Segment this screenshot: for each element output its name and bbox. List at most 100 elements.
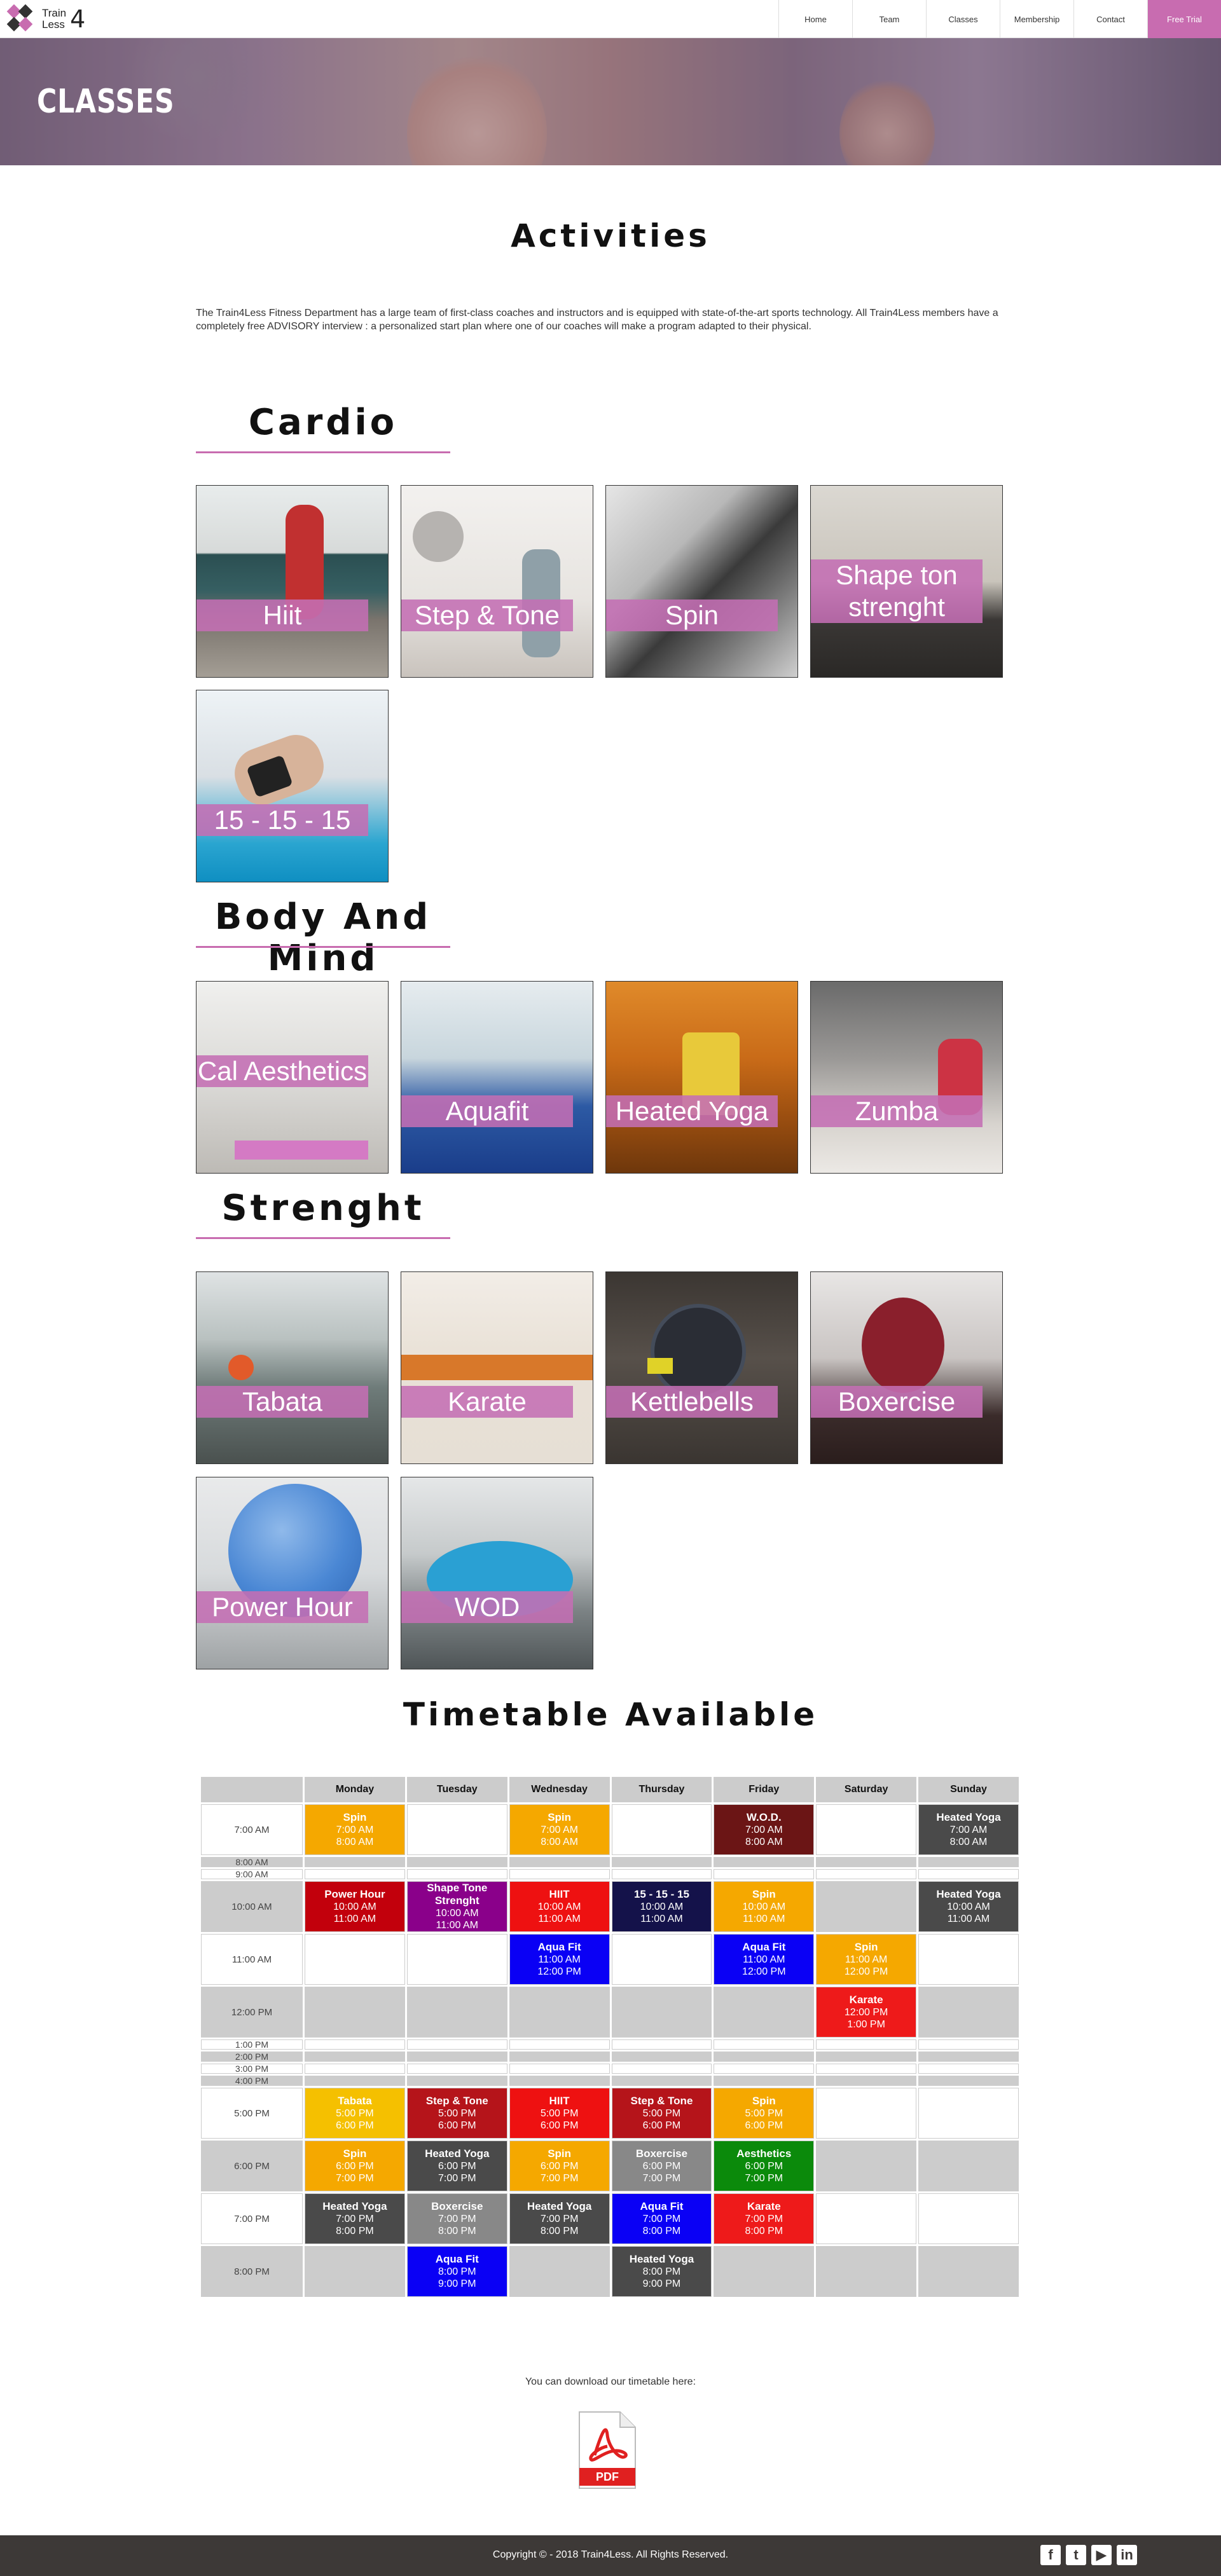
class-slot[interactable]: Spin 5:00 PM 6:00 PM bbox=[714, 2088, 815, 2139]
class-slot[interactable]: Tabata 5:00 PM 6:00 PM bbox=[305, 2088, 405, 2139]
download-text: You can download our timetable here: bbox=[525, 2376, 696, 2387]
class-slot-name: Boxercise bbox=[635, 2148, 688, 2160]
nav-classes-link[interactable]: Classes bbox=[926, 0, 1000, 38]
class-slot-name: W.O.D. bbox=[746, 1811, 782, 1823]
empty-slot bbox=[305, 2052, 405, 2062]
class-card-karate[interactable]: Karate bbox=[401, 1271, 593, 1464]
pdf-icon[interactable]: PDF bbox=[576, 2409, 639, 2492]
class-label: Boxercise bbox=[811, 1386, 983, 1418]
empty-slot bbox=[816, 2246, 917, 2297]
time-slot-label: 6:00 PM bbox=[201, 2141, 303, 2191]
class-slot[interactable]: Boxercise 7:00 PM 8:00 PM bbox=[406, 2193, 507, 2244]
class-slot[interactable]: Spin 7:00 AM 8:00 AM bbox=[509, 1804, 610, 1855]
class-slot[interactable]: Karate 12:00 PM 1:00 PM bbox=[816, 1987, 917, 2038]
nav-contact-link[interactable]: Contact bbox=[1073, 0, 1147, 38]
nav-team-link[interactable]: Team bbox=[852, 0, 926, 38]
time-slot-label: 1:00 PM bbox=[201, 2039, 303, 2050]
empty-slot bbox=[714, 1869, 815, 1879]
facebook-icon[interactable]: f bbox=[1040, 2545, 1061, 2565]
logo-text: Train Less bbox=[42, 8, 66, 31]
class-slot-start: 5:00 PM bbox=[642, 2108, 681, 2119]
class-slot-start: 7:00 PM bbox=[336, 2214, 374, 2224]
empty-slot bbox=[918, 1934, 1019, 1985]
class-slot[interactable]: Heated Yoga 7:00 PM 8:00 PM bbox=[509, 2193, 610, 2244]
class-card-tabata[interactable]: Tabata bbox=[196, 1271, 389, 1464]
class-slot-name: Heated Yoga bbox=[629, 2253, 694, 2265]
logo[interactable]: Train Less 4 bbox=[6, 4, 85, 34]
class-slot[interactable]: Aqua Fit 7:00 PM 8:00 PM bbox=[611, 2193, 712, 2244]
class-slot-end: 12:00 PM bbox=[844, 1966, 888, 1977]
class-card-cal-aesthetics[interactable]: Cal Aesthetics bbox=[196, 981, 389, 1174]
empty-slot bbox=[816, 2193, 917, 2244]
empty-slot bbox=[611, 2076, 712, 2086]
top-navbar: Train Less 4 Home Team Classes Membershi… bbox=[0, 0, 1221, 38]
class-slot[interactable]: Heated Yoga 8:00 PM 9:00 PM bbox=[611, 2246, 712, 2297]
class-label: Zumba bbox=[811, 1095, 983, 1127]
class-slot-end: 6:00 PM bbox=[745, 2120, 783, 2131]
class-slot-name: Heated Yoga bbox=[936, 1811, 1001, 1823]
class-card-heated-yoga[interactable]: Heated Yoga bbox=[605, 981, 798, 1174]
empty-slot bbox=[714, 1857, 815, 1867]
class-card-15-15-15[interactable]: 15 - 15 - 15 bbox=[196, 690, 389, 882]
class-card-zumba[interactable]: Zumba bbox=[810, 981, 1003, 1174]
class-slot[interactable]: Karate 7:00 PM 8:00 PM bbox=[714, 2193, 815, 2244]
class-slot-start: 6:00 PM bbox=[745, 2161, 783, 2172]
class-card-step-tone[interactable]: Step & Tone bbox=[401, 485, 593, 678]
class-card-boxercise[interactable]: Boxercise bbox=[810, 1271, 1003, 1464]
class-slot[interactable]: W.O.D. 7:00 AM 8:00 AM bbox=[714, 1804, 815, 1855]
class-slot[interactable]: Heated Yoga 10:00 AM 11:00 AM bbox=[918, 1881, 1019, 1932]
empty-slot bbox=[611, 2064, 712, 2074]
class-card-shape-ton-strenght[interactable]: Shape ton strenght bbox=[810, 485, 1003, 678]
twitter-icon[interactable]: t bbox=[1066, 2545, 1086, 2565]
youtube-icon[interactable]: ▶ bbox=[1091, 2545, 1112, 2565]
class-slot[interactable]: Spin 6:00 PM 7:00 PM bbox=[509, 2141, 610, 2191]
class-slot[interactable]: Heated Yoga 7:00 PM 8:00 PM bbox=[305, 2193, 405, 2244]
empty-slot bbox=[406, 1857, 507, 1867]
empty-slot bbox=[406, 1804, 507, 1855]
class-slot[interactable]: Aqua Fit 11:00 AM 12:00 PM bbox=[509, 1934, 610, 1985]
class-slot[interactable]: Spin 6:00 PM 7:00 PM bbox=[305, 2141, 405, 2191]
class-slot[interactable]: Aqua Fit 11:00 AM 12:00 PM bbox=[714, 1934, 815, 1985]
class-slot[interactable]: Spin 10:00 AM 11:00 AM bbox=[714, 1881, 815, 1932]
linkedin-icon[interactable]: in bbox=[1117, 2545, 1137, 2565]
logo-line-2: Less bbox=[42, 18, 65, 31]
class-slot[interactable]: Heated Yoga 7:00 AM 8:00 AM bbox=[918, 1804, 1019, 1855]
class-slot-start: 10:00 AM bbox=[435, 1908, 479, 1919]
nav-free-trial-button[interactable]: Free Trial bbox=[1147, 0, 1221, 38]
class-slot[interactable]: HIIT 5:00 PM 6:00 PM bbox=[509, 2088, 610, 2139]
class-slot[interactable]: Shape Tone Strenght 10:00 AM 11:00 AM bbox=[406, 1881, 507, 1932]
empty-slot bbox=[714, 2052, 815, 2062]
class-slot[interactable]: Power Hour 10:00 AM 11:00 AM bbox=[305, 1881, 405, 1932]
class-slot[interactable]: Heated Yoga 6:00 PM 7:00 PM bbox=[406, 2141, 507, 2191]
class-slot-name: HIIT bbox=[549, 2095, 570, 2107]
class-slot-start: 7:00 PM bbox=[540, 2214, 579, 2224]
empty-slot bbox=[816, 2052, 917, 2062]
class-slot[interactable]: HIIT 10:00 AM 11:00 AM bbox=[509, 1881, 610, 1932]
nav-home-link[interactable]: Home bbox=[778, 0, 852, 38]
class-slot[interactable]: Aesthetics 6:00 PM 7:00 PM bbox=[714, 2141, 815, 2191]
class-slot-name: Aesthetics bbox=[736, 2148, 792, 2160]
class-slot[interactable]: Step & Tone 5:00 PM 6:00 PM bbox=[611, 2088, 712, 2139]
class-card-spin[interactable]: Spin bbox=[605, 485, 798, 678]
class-slot[interactable]: Spin 11:00 AM 12:00 PM bbox=[816, 1934, 917, 1985]
class-slot-start: 10:00 AM bbox=[742, 1901, 786, 1912]
class-card-kettlebells[interactable]: Kettlebells bbox=[605, 1271, 798, 1464]
class-slot[interactable]: Aqua Fit 8:00 PM 9:00 PM bbox=[406, 2246, 507, 2297]
class-slot[interactable]: Boxercise 6:00 PM 7:00 PM bbox=[611, 2141, 712, 2191]
class-slot-end: 8:00 AM bbox=[745, 1837, 783, 1847]
class-slot-name: Heated Yoga bbox=[527, 2200, 592, 2212]
class-slot-start: 11:00 AM bbox=[538, 1954, 581, 1965]
class-slot[interactable]: 15 - 15 - 15 10:00 AM 11:00 AM bbox=[611, 1881, 712, 1932]
class-card-hiit[interactable]: Hiit bbox=[196, 485, 389, 678]
empty-slot bbox=[816, 2039, 917, 2050]
nav-membership-link[interactable]: Membership bbox=[1000, 0, 1073, 38]
class-card-power-hour[interactable]: Power Hour bbox=[196, 1477, 389, 1669]
class-slot[interactable]: Spin 7:00 AM 8:00 AM bbox=[305, 1804, 405, 1855]
class-card-aquafit[interactable]: Aquafit bbox=[401, 981, 593, 1174]
class-slot-end: 7:00 PM bbox=[642, 2173, 681, 2184]
class-card-wod[interactable]: WOD bbox=[401, 1477, 593, 1669]
class-slot-name: Shape Tone Strenght bbox=[427, 1882, 488, 1907]
class-slot[interactable]: Step & Tone 5:00 PM 6:00 PM bbox=[406, 2088, 507, 2139]
class-slot-end: 6:00 PM bbox=[336, 2120, 374, 2131]
empty-slot bbox=[305, 2039, 405, 2050]
